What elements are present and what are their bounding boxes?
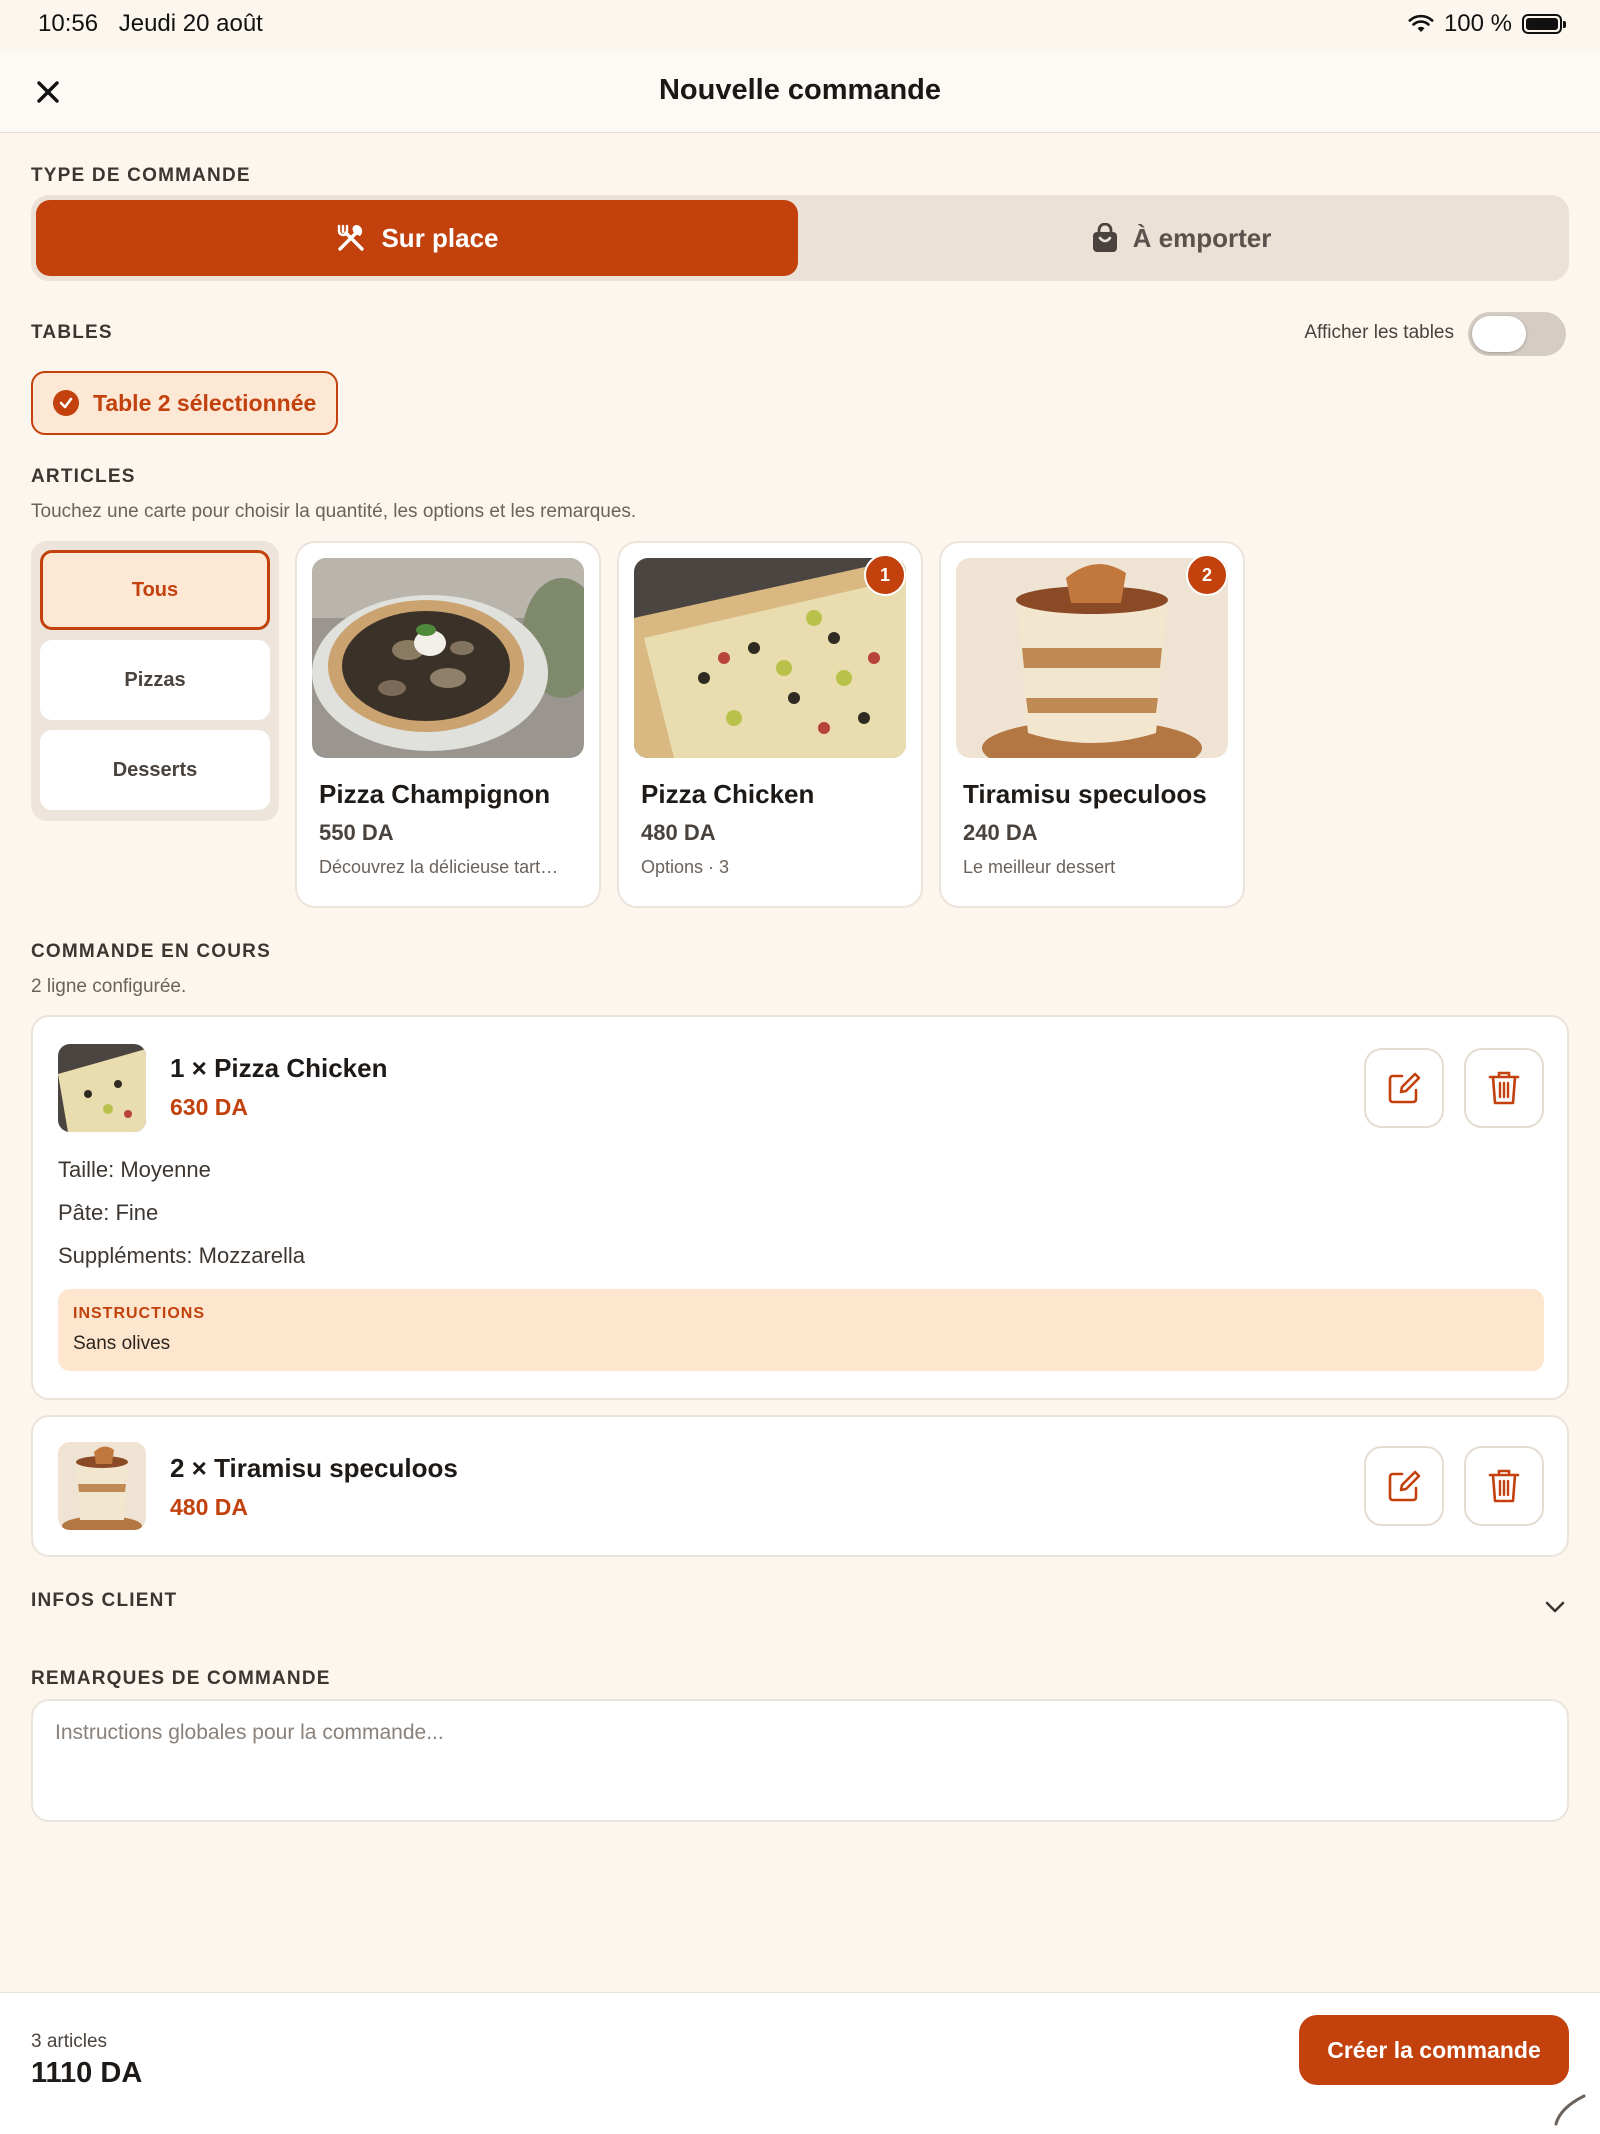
- status-time: 10:56: [38, 10, 99, 37]
- order-line-price: 480 DA: [170, 1494, 248, 1520]
- order-total: 1110 DA: [31, 2057, 143, 2089]
- page-title: Nouvelle commande: [658, 74, 942, 106]
- category-desserts[interactable]: Desserts: [40, 730, 270, 810]
- pizza-chicken-thumbnail: [58, 1044, 146, 1132]
- utensils-icon: [338, 224, 365, 251]
- order-type-toggle: Sur place À emporter: [31, 195, 1569, 281]
- product-card[interactable]: 1 Pizza Chicken 480 DA Options · 3: [617, 541, 923, 908]
- product-description: Le meilleur dessert: [963, 857, 1116, 877]
- show-tables-label: Afficher les tables: [1304, 322, 1454, 343]
- header: Nouvelle commande: [0, 50, 1600, 133]
- product-price: 550 DA: [319, 820, 394, 845]
- instructions-label: INSTRUCTIONS: [73, 1305, 205, 1322]
- order-line: 2 × Tiramisu speculoos 480 DA: [31, 1415, 1569, 1557]
- current-order-subtitle: 2 ligne configurée.: [31, 976, 187, 997]
- trash-icon: [1488, 1071, 1520, 1105]
- tiramisu-image: [956, 558, 1228, 758]
- chevron-down-icon: [1545, 1601, 1565, 1613]
- order-line-detail: Suppléments: Mozzarella: [58, 1243, 306, 1268]
- order-line-title: 1 × Pizza Chicken: [170, 1053, 388, 1083]
- selected-table-label: Table 2 sélectionnée: [93, 389, 317, 416]
- order-item-count: 3 articles: [31, 2031, 108, 2052]
- client-info-label: INFOS CLIENT: [31, 1590, 178, 1611]
- edit-line-button[interactable]: [1364, 1446, 1444, 1526]
- instructions-text: Sans olives: [73, 1333, 171, 1354]
- instructions-box: INSTRUCTIONS Sans olives: [58, 1289, 1544, 1371]
- footer: 3 articles 1110 DA Créer la commande: [0, 1992, 1600, 2134]
- product-card[interactable]: 2 Tiramisu speculoos 240 DA Le meilleur …: [939, 541, 1245, 908]
- edit-icon: [1388, 1470, 1421, 1502]
- category-list: Tous Pizzas Desserts: [31, 541, 279, 821]
- order-line: 1 × Pizza Chicken 630 DA Taille: Moyenne…: [31, 1015, 1569, 1400]
- show-tables-toggle[interactable]: [1468, 312, 1566, 356]
- current-order-label: COMMANDE EN COURS: [31, 941, 271, 962]
- order-type-dine-in[interactable]: Sur place: [36, 200, 798, 276]
- check-circle-icon: [53, 390, 79, 416]
- quantity-badge: 1: [864, 554, 906, 596]
- product-card[interactable]: Pizza Champignon 550 DA Découvrez la dél…: [295, 541, 601, 908]
- order-type-takeaway[interactable]: À emporter: [798, 200, 1564, 276]
- order-line-title: 2 × Tiramisu speculoos: [170, 1453, 458, 1483]
- shopping-bag-icon: [1092, 223, 1117, 252]
- order-line-price: 630 DA: [170, 1094, 248, 1120]
- remarks-input[interactable]: [31, 1699, 1569, 1822]
- product-description: Découvrez la délicieuse tart…: [319, 857, 559, 877]
- client-info-expand-button[interactable]: [1540, 1592, 1570, 1622]
- product-name: Pizza Champignon: [319, 779, 551, 809]
- takeaway-label: À emporter: [1132, 222, 1272, 253]
- status-date: Jeudi 20 août: [118, 10, 263, 37]
- articles-hint: Touchez une carte pour choisir la quanti…: [31, 501, 637, 522]
- trash-icon: [1488, 1469, 1520, 1503]
- create-order-button[interactable]: Créer la commande: [1299, 2015, 1569, 2085]
- resize-handle-icon: [1554, 2094, 1586, 2126]
- delete-line-button[interactable]: [1464, 1446, 1544, 1526]
- product-price: 480 DA: [641, 820, 716, 845]
- remarks-label: REMARQUES DE COMMANDE: [31, 1668, 331, 1689]
- tables-label: TABLES: [31, 322, 113, 343]
- dine-in-label: Sur place: [381, 222, 499, 253]
- edit-icon: [1388, 1072, 1421, 1104]
- delete-line-button[interactable]: [1464, 1048, 1544, 1128]
- battery-percent: 100 %: [1443, 10, 1512, 37]
- category-all[interactable]: Tous: [40, 550, 270, 630]
- product-name: Tiramisu speculoos: [963, 779, 1207, 809]
- pizza-chicken-image: [634, 558, 906, 758]
- edit-line-button[interactable]: [1364, 1048, 1444, 1128]
- product-description: Options · 3: [641, 857, 730, 877]
- quantity-badge: 2: [1186, 554, 1228, 596]
- status-bar: 10:56 Jeudi 20 août 100 %: [0, 0, 1600, 50]
- product-price: 240 DA: [963, 820, 1038, 845]
- pizza-champignon-image: [312, 558, 584, 758]
- selected-table-chip[interactable]: Table 2 sélectionnée: [31, 371, 339, 435]
- wifi-icon: [1408, 14, 1434, 32]
- order-line-detail: Pâte: Fine: [58, 1200, 159, 1225]
- order-type-label: TYPE DE COMMANDE: [31, 165, 251, 186]
- product-name: Pizza Chicken: [641, 779, 815, 809]
- category-pizzas[interactable]: Pizzas: [40, 640, 270, 720]
- articles-label: ARTICLES: [31, 466, 136, 487]
- order-line-detail: Taille: Moyenne: [58, 1157, 211, 1182]
- tiramisu-thumbnail: [58, 1442, 146, 1530]
- battery-icon: [1522, 14, 1566, 34]
